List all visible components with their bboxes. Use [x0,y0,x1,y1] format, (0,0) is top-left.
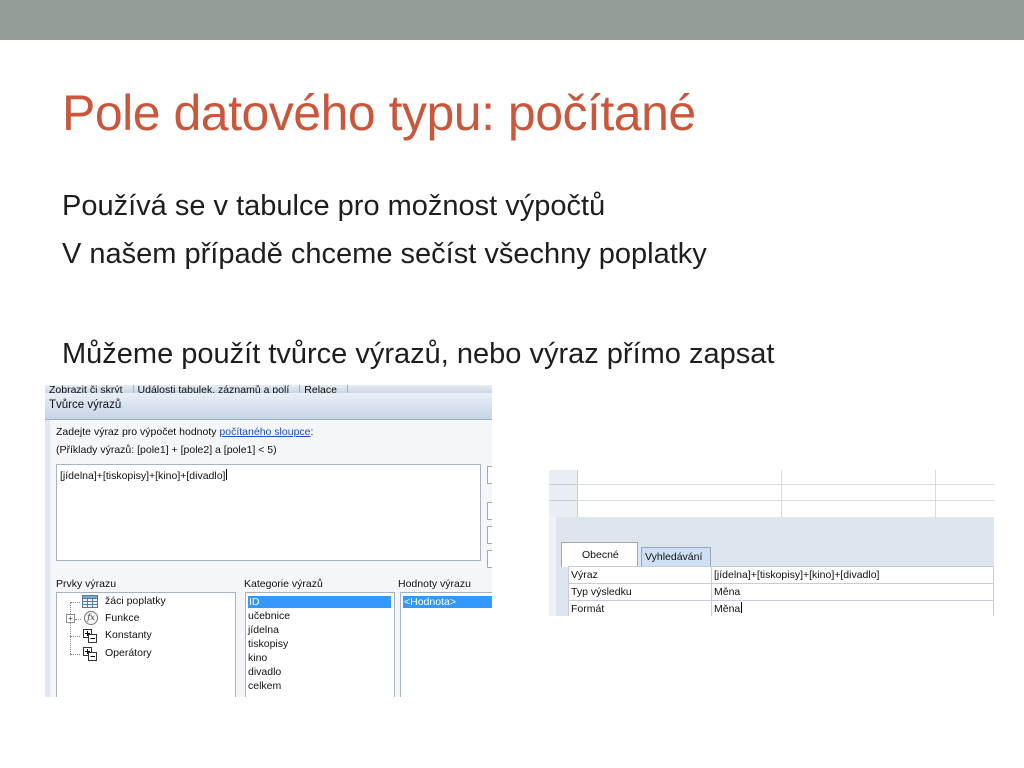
tab-general-label: Obecné [582,549,619,561]
slide-title: Pole datového typu: počítané [62,85,696,141]
value-item-selected[interactable]: <Hodnota> [403,596,492,608]
tree-connector [70,602,80,603]
cancel-button-edge[interactable] [487,502,492,520]
expression-elements-tree: žáci poplatky + fx Funkce Konstanty Oper… [56,592,236,697]
less-button-edge[interactable] [487,550,492,568]
tree-connector [75,619,81,620]
dialog-title: Tvůrce výrazů [49,399,122,411]
categories-label: Kategorie výrazů [244,578,323,590]
tree-item-label: Funkce [105,612,140,624]
bullet-line-1: Používá se v tabulce pro možnost výpočtů [62,190,606,222]
bullet-line-3: Můžeme použít tvůrce výrazů, nebo výraz … [62,338,775,370]
instruction-text: Zadejte výraz pro výpočet hodnoty počíta… [56,426,313,438]
field-properties-panel: Obecné Vyhledávání Výraz [jídelna]+[tisk… [549,470,994,616]
category-item[interactable]: divadlo [248,666,281,678]
expression-input[interactable]: [jídelna]+[tiskopisy]+[kino]+[divadlo] [56,464,481,561]
ribbon-tab-events[interactable]: Události tabulek, záznamů a polí [134,385,301,393]
category-item[interactable]: kino [248,652,267,664]
format-value: Měna [714,602,741,615]
tree-item-label: žáci poplatky [105,595,166,607]
grid-line [549,500,577,501]
property-value-format[interactable]: Měna [711,600,994,616]
grid-line [577,500,994,501]
ribbon-tab-relations[interactable]: Relace [300,385,348,393]
expand-icon[interactable]: + [66,614,75,623]
tab-general[interactable]: Obecné [561,542,638,567]
tab-lookup[interactable]: Vyhledávání [641,547,711,567]
property-value-expression[interactable]: [jídelna]+[tiskopisy]+[kino]+[divadlo] [711,566,994,584]
tree-connector [70,636,80,637]
property-name: Formát [568,600,712,616]
ribbon-tab-show-hide[interactable]: Zobrazit či skrýt [45,385,134,393]
text-caret [226,469,228,480]
category-item[interactable]: učebnice [248,610,290,622]
elements-label: Prvky výrazu [56,578,117,590]
examples-text: (Příklady výrazů: [pole1] + [pole2] a [p… [56,444,277,456]
table-design-grid [549,470,994,517]
category-item[interactable]: celkem [248,680,281,692]
dialog-body: Zadejte výraz pro výpočet hodnoty počíta… [50,420,492,697]
category-item[interactable]: jídelna [248,624,279,636]
properties-table: Výraz [jídelna]+[tiskopisy]+[kino]+[diva… [568,566,994,616]
expression-builder-dialog: Zobrazit či skrýt Události tabulek, zázna… [45,385,492,697]
text-caret [741,601,743,613]
tree-connector [70,654,80,655]
ribbon-strip: Zobrazit či skrýt Události tabulek, zázna… [45,385,492,393]
tree-connector [70,602,71,654]
dialog-titlebar: Tvůrce výrazů [45,393,492,420]
calculated-column-link[interactable]: počítaného sloupce [219,426,310,438]
category-item[interactable]: tiskopisy [248,638,288,650]
expression-categories-list: ID učebnice jídelna tiskopisy kino divad… [245,592,395,697]
row-selector-column [549,470,578,517]
expression-value: [jídelna]+[tiskopisy]+[kino]+[divadlo] [60,470,226,482]
table-row: Formát Měna [568,600,994,616]
expression-text: [jídelna]+[tiskopisy]+[kino]+[divadlo] [60,469,228,482]
table-row: Typ výsledku Měna [568,583,994,601]
expression-values-list: <Hodnota> [400,592,492,697]
bullet-line-2: V našem případě chceme sečíst všechny po… [62,238,707,270]
values-label: Hodnoty výrazu [398,578,471,590]
instruction-suffix: : [310,426,314,438]
ok-button-edge[interactable] [487,466,492,484]
property-name: Typ výsledku [568,583,712,601]
category-item-selected[interactable]: ID [248,596,391,608]
property-name: Výraz [568,566,712,584]
tree-item-label: Konstanty [105,629,152,641]
table-row: Výraz [jídelna]+[tiskopisy]+[kino]+[diva… [568,566,994,584]
grid-line [577,484,994,485]
help-button-edge[interactable] [487,526,492,544]
instruction-prefix: Zadejte výraz pro výpočet hodnoty [56,426,220,438]
tab-lookup-label: Vyhledávání [645,551,703,563]
operators-icon [83,647,97,661]
grid-line [935,470,936,517]
function-icon: fx [84,611,98,625]
constants-icon [83,629,97,643]
property-value-result-type[interactable]: Měna [711,583,994,601]
table-icon [82,595,98,608]
grid-line [549,484,577,485]
tree-item-label: Operátory [105,647,152,659]
grid-line [781,470,782,517]
top-accent-bar [0,0,1024,40]
